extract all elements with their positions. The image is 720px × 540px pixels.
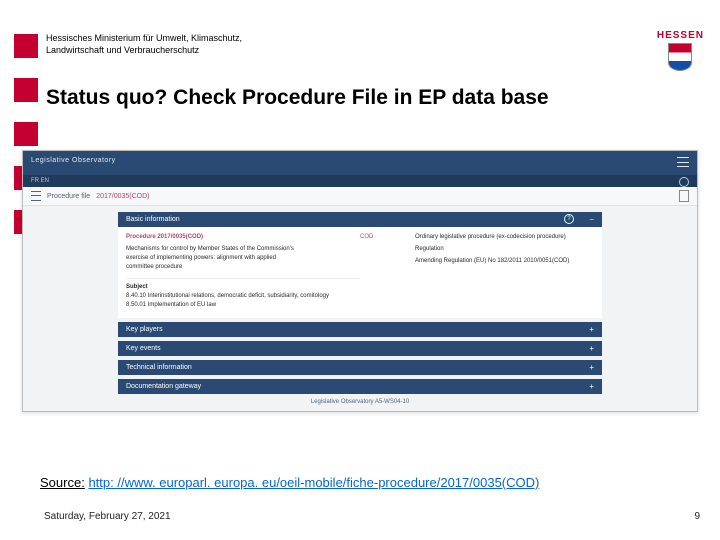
collapse-icon[interactable]: − <box>589 215 594 224</box>
rhs-row: COD Ordinary legislative procedure (ex-c… <box>360 233 594 242</box>
ep-footer: Legislative Observatory A5-WS04-10 <box>118 394 602 410</box>
ep-left-col: Procedure 2017/0035(COD) Mechanisms for … <box>126 233 360 310</box>
hamburger-icon[interactable] <box>677 157 689 167</box>
hessen-shield-icon <box>668 43 692 71</box>
help-icon[interactable]: ? <box>564 214 574 224</box>
slide-date: Saturday, February 27, 2021 <box>44 511 171 522</box>
ep-site-title: Legislative Observatory <box>23 151 697 170</box>
source-link[interactable]: http: //www. europarl. europa. eu/oeil-m… <box>88 475 539 490</box>
slide-title: Status quo? Check Procedure File in EP d… <box>46 86 549 110</box>
ep-section-label: Key events <box>126 345 161 352</box>
expand-icon[interactable]: + <box>589 325 594 334</box>
expand-icon[interactable]: + <box>589 344 594 353</box>
ep-file-id[interactable]: 2017/0035(COD) <box>96 193 149 200</box>
expand-icon[interactable]: + <box>589 382 594 391</box>
red-square <box>14 78 38 102</box>
ep-body: Basic information ? − Procedure 2017/003… <box>23 206 697 412</box>
rhs-key <box>360 245 415 254</box>
procedure-desc: exercise of implementing powers: alignme… <box>126 254 360 263</box>
ep-topbar: Legislative Observatory <box>23 151 697 175</box>
rhs-row: Regulation <box>360 245 594 254</box>
ep-section-technical-info[interactable]: Technical information + <box>118 360 602 375</box>
ep-section-doc-gateway[interactable]: Documentation gateway + <box>118 379 602 394</box>
ep-section-key-events[interactable]: Key events + <box>118 341 602 356</box>
ministry-name: Hessisches Ministerium für Umwelt, Klima… <box>46 32 242 56</box>
red-square <box>14 34 38 58</box>
page-number: 9 <box>694 511 700 522</box>
ep-section-label: Documentation gateway <box>126 383 201 390</box>
rhs-val: Amending Regulation (EU) No 182/2011 201… <box>415 257 569 266</box>
ep-langs[interactable]: FR EN <box>31 178 49 184</box>
ep-section-title: Basic information <box>126 216 180 223</box>
hessen-logo: HESSEN <box>657 30 704 71</box>
ep-section-key-players[interactable]: Key players + <box>118 322 602 337</box>
procedure-desc: Mechanisms for control by Member States … <box>126 245 360 254</box>
procedure-desc: committee procedure <box>126 263 360 272</box>
source-line: Source: http: //www. europarl. europa. e… <box>40 475 539 490</box>
ep-lang-bar[interactable]: FR EN <box>23 175 697 187</box>
doc-icon[interactable] <box>679 190 689 202</box>
ep-screenshot-panel: Legislative Observatory FR EN Procedure … <box>22 150 698 412</box>
red-square <box>14 122 38 146</box>
subject-line: 8.40.10 Interinstitutional relations, de… <box>126 292 360 301</box>
rhs-val: Ordinary legislative procedure (ex-codec… <box>415 233 566 242</box>
ep-basic-info-body: Procedure 2017/0035(COD) Mechanisms for … <box>118 227 602 318</box>
rhs-key <box>360 257 415 266</box>
ep-filebar-label: Procedure file <box>47 193 90 200</box>
subject-line: 8.50.01 Implementation of EU law <box>126 301 360 310</box>
rhs-key: COD <box>360 233 415 242</box>
logo-wordmark: HESSEN <box>657 30 704 41</box>
rhs-val: Regulation <box>415 245 444 254</box>
source-label: Source: <box>40 475 85 490</box>
ep-section-label: Technical information <box>126 364 192 371</box>
ep-section-label: Key players <box>126 326 163 333</box>
ep-basic-info-header[interactable]: Basic information ? − <box>118 212 602 227</box>
subject-label: Subject <box>126 278 360 292</box>
ministry-line2: Landwirtschaft und Verbraucherschutz <box>46 44 242 56</box>
ep-file-bar: Procedure file 2017/0035(COD) <box>23 187 697 206</box>
procedure-ref: Procedure 2017/0035(COD) <box>126 233 360 242</box>
rhs-row: Amending Regulation (EU) No 182/2011 201… <box>360 257 594 266</box>
globe-icon <box>679 177 689 187</box>
ministry-line1: Hessisches Ministerium für Umwelt, Klima… <box>46 32 242 44</box>
ep-right-col: COD Ordinary legislative procedure (ex-c… <box>360 233 594 310</box>
expand-icon[interactable]: + <box>589 363 594 372</box>
menu-icon[interactable] <box>31 191 41 201</box>
